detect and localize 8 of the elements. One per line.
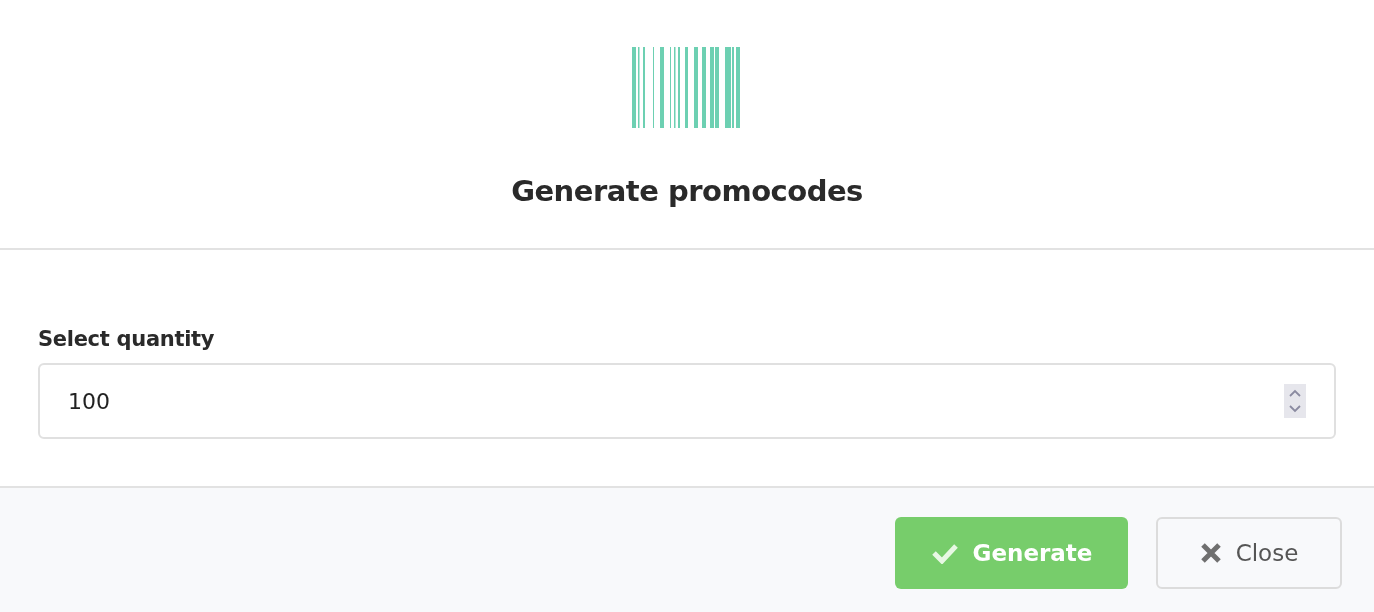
dialog-title: Generate promocodes [511, 174, 863, 208]
checkmark-icon [930, 542, 959, 564]
close-icon [1199, 542, 1222, 564]
close-button[interactable]: Close [1156, 517, 1342, 589]
spinner-icon[interactable] [1284, 384, 1306, 418]
quantity-input[interactable]: 100 [38, 363, 1336, 439]
barcode-icon [631, 47, 740, 128]
field-label: Select quantity [38, 327, 216, 351]
